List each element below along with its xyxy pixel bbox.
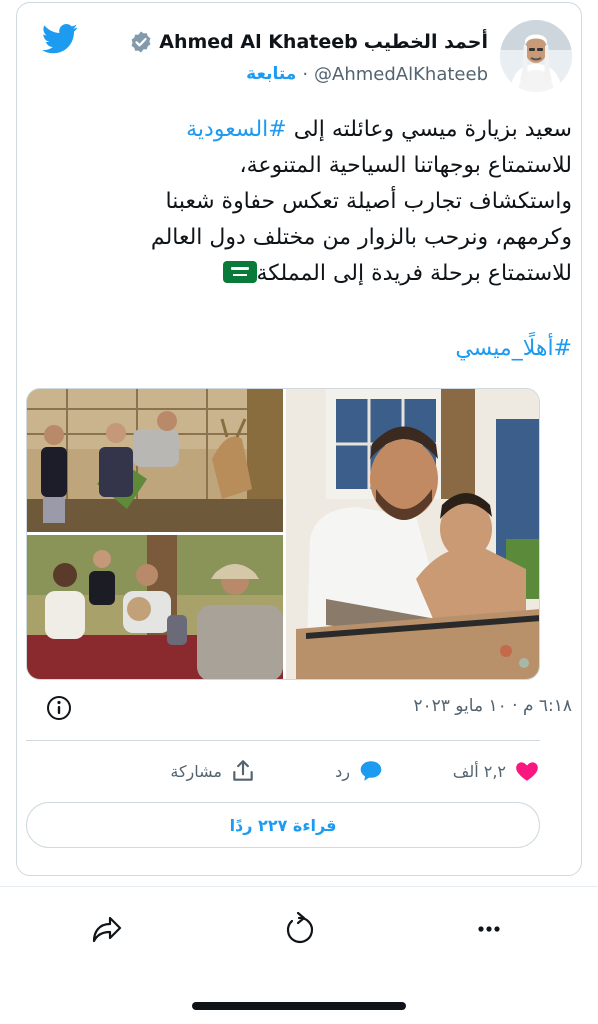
tweet-line-1-text: سعيد بزيارة ميسي وعائلته إلى [286,117,572,142]
author-name-en[interactable]: Ahmed Al Khateeb [159,31,358,53]
tweet-line-5: للاستمتاع برحلة فريدة إلى المملكة [52,256,572,292]
avatar[interactable] [500,20,572,92]
twitter-bird-icon[interactable] [42,24,78,54]
share-upload-icon [233,760,253,781]
like-count: ٢,٢ ألف [452,761,506,781]
bottom-bar-divider [0,886,598,887]
media-grid [26,388,540,680]
hashtag-saudi[interactable]: #السعودية [186,117,287,142]
heart-icon [516,762,538,781]
tweet-actions: ٢,٢ ألف رد مشاركة [26,754,540,788]
more-options-icon[interactable] [470,910,508,948]
tweet-text: سعيد بزيارة ميسي وعائلته إلى #السعودية ل… [52,112,572,292]
author-name-ar[interactable]: أحمد الخطيب [364,31,488,53]
share-label: مشاركة [170,761,222,781]
verified-badge-icon [131,31,151,53]
reply-label: رد [335,761,350,781]
forward-share-icon[interactable] [88,910,126,948]
author-handle-row: @AhmedAlKhateeb · متابعة [246,62,488,86]
refresh-icon[interactable] [280,910,318,948]
separator-dot: · [302,63,309,85]
photo-messi-with-child[interactable] [286,389,539,679]
home-indicator[interactable] [192,1002,406,1010]
author-handle[interactable]: @AhmedAlKhateeb [314,64,488,85]
photo-deer-feeding[interactable] [27,389,283,532]
hashtag-ahlan-messi[interactable]: #أهلًا_ميسي [455,336,572,361]
tweet-line-3: واستكشاف تجارب أصيلة تعكس حفاوة شعبنا [165,189,572,214]
tweet-line-5-text: للاستمتاع برحلة فريدة إلى المملكة [256,261,573,286]
like-button[interactable]: ٢,٢ ألف [453,754,540,788]
tweet-line-1: سعيد بزيارة ميسي وعائلته إلى #السعودية [52,112,572,148]
reply-button[interactable]: رد [335,754,384,788]
read-replies-button[interactable]: قراءة ٢٢٧ ردًا [26,802,540,848]
share-button[interactable]: مشاركة [170,754,256,788]
reply-bubble-icon [360,761,382,781]
follow-button[interactable]: متابعة [246,64,296,84]
photo-family-sitting[interactable] [27,535,283,679]
tweet-line-4: وكرمهم، ونرحب بالزوار من مختلف دول العال… [150,225,572,250]
tweet-line-2: للاستمتاع بوجهاتنا السياحية المتنوعة، [239,153,572,178]
info-icon[interactable] [44,693,74,723]
tweet-timestamp[interactable]: ٦:١٨ م · ١٠ مايو ٢٠٢٣ [413,696,572,716]
divider [26,740,540,741]
saudi-flag-emoji [222,261,257,283]
author-name-row[interactable]: أحمد الخطيب Ahmed Al Khateeb [129,30,488,54]
